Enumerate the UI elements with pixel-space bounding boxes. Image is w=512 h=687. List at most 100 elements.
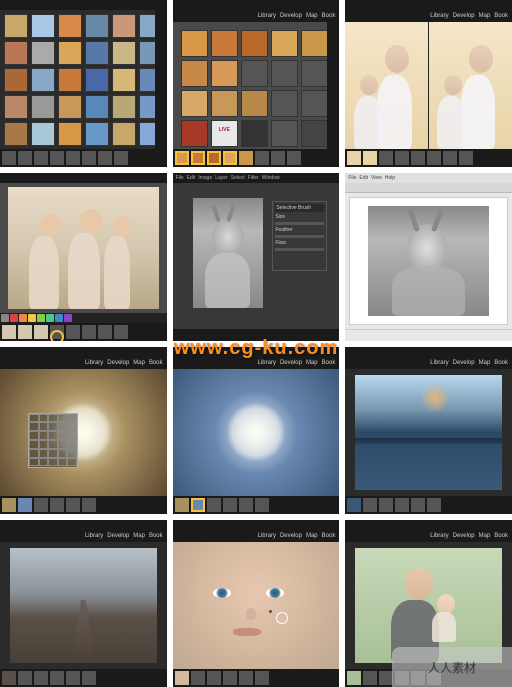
menu-image[interactable]: Image [198, 175, 212, 181]
menu-file[interactable]: File [176, 175, 184, 181]
tab-book[interactable]: Book [494, 360, 508, 366]
menu-help[interactable]: Help [385, 175, 395, 181]
slider-feather[interactable] [275, 235, 324, 238]
develop-canvas[interactable] [173, 542, 340, 669]
cell-develop-compare-wedding[interactable]: Library Develop Map Book [345, 0, 512, 167]
cell-develop-lake[interactable]: Library Develop Map Book [345, 347, 512, 514]
module-tabs[interactable]: Library Develop Map Book [345, 530, 512, 542]
menubar[interactable]: File Edit Image Layer Select Filter Wind… [173, 173, 340, 183]
filmstrip[interactable] [0, 669, 167, 687]
slider-size[interactable] [275, 222, 324, 225]
tab-book[interactable]: Book [322, 360, 336, 366]
label-red[interactable] [10, 314, 18, 322]
label-orange[interactable] [19, 314, 27, 322]
tab-map[interactable]: Map [306, 360, 318, 366]
tab-develop[interactable]: Develop [107, 360, 129, 366]
cell-develop-dandelion-cool[interactable]: Library Develop Map Book [173, 347, 340, 514]
menu-edit[interactable]: Edit [359, 175, 368, 181]
label-green[interactable] [37, 314, 45, 322]
tab-library[interactable]: Library [430, 360, 448, 366]
filmstrip[interactable] [173, 149, 340, 167]
tab-book[interactable]: Book [494, 533, 508, 539]
module-tabs[interactable]: Library Develop Map Book [173, 530, 340, 542]
tab-develop[interactable]: Develop [453, 533, 475, 539]
label-purple[interactable] [64, 314, 72, 322]
menu-filter[interactable]: Filter [248, 175, 259, 181]
cell-develop-road[interactable]: Library Develop Map Book [0, 520, 167, 687]
label-none[interactable] [1, 314, 9, 322]
module-tabs[interactable]: Library Develop Map Book [345, 10, 512, 22]
module-tabs[interactable]: Library Develop Map Book [345, 357, 512, 369]
cell-library-loupe-beach[interactable] [0, 173, 167, 340]
tab-develop[interactable]: Develop [453, 360, 475, 366]
tab-library[interactable]: Library [430, 13, 448, 19]
tab-library[interactable]: Library [258, 13, 276, 19]
filmstrip[interactable] [345, 149, 512, 167]
menu-layer[interactable]: Layer [215, 175, 228, 181]
tab-book[interactable]: Book [322, 13, 336, 19]
toolbar[interactable] [345, 183, 512, 193]
filmstrip[interactable] [345, 496, 512, 514]
develop-canvas[interactable] [10, 548, 157, 663]
cell-library-grid-many[interactable] [0, 0, 167, 167]
filmstrip[interactable] [0, 149, 167, 167]
filmstrip[interactable] [173, 496, 340, 514]
library-canvas[interactable] [0, 10, 167, 149]
tab-book[interactable]: Book [322, 533, 336, 539]
photoshop-canvas[interactable]: Selective Brush Size Feather Flow [173, 183, 340, 328]
label-yellow[interactable] [28, 314, 36, 322]
module-tabs[interactable]: Library Develop Map Book [0, 357, 167, 369]
menu-view[interactable]: View [371, 175, 382, 181]
menu-select[interactable]: Select [231, 175, 245, 181]
compare-canvas[interactable] [345, 22, 512, 149]
tab-map[interactable]: Map [479, 13, 491, 19]
tab-book[interactable]: Book [494, 13, 508, 19]
menu-edit[interactable]: Edit [187, 175, 196, 181]
tab-develop[interactable]: Develop [107, 533, 129, 539]
tab-map[interactable]: Map [306, 13, 318, 19]
develop-canvas[interactable] [173, 369, 340, 496]
tab-map[interactable]: Map [306, 533, 318, 539]
module-tabs[interactable]: Library Develop Map Book [0, 530, 167, 542]
tab-library[interactable]: Library [258, 533, 276, 539]
slider-flow[interactable] [275, 248, 324, 251]
adjustment-panel[interactable]: Selective Brush Size Feather Flow [272, 201, 327, 271]
develop-canvas[interactable] [355, 375, 502, 490]
tab-map[interactable]: Map [479, 533, 491, 539]
tab-library[interactable]: Library [258, 360, 276, 366]
filmstrip[interactable] [0, 496, 167, 514]
menu-file[interactable]: File [348, 175, 356, 181]
tab-book[interactable]: Book [149, 360, 163, 366]
develop-canvas[interactable] [0, 369, 167, 496]
color-label-toolbar[interactable] [0, 313, 167, 323]
tab-develop[interactable]: Develop [280, 533, 302, 539]
cell-develop-dandelion-warm[interactable]: Library Develop Map Book [0, 347, 167, 514]
tab-map[interactable]: Map [133, 533, 145, 539]
label-teal[interactable] [46, 314, 54, 322]
right-panel[interactable] [155, 10, 167, 149]
right-panel[interactable] [327, 22, 339, 149]
tab-map[interactable]: Map [133, 360, 145, 366]
cell-camera-raw-bw-portrait[interactable]: File Edit View Help [345, 173, 512, 340]
tab-library[interactable]: Library [85, 533, 103, 539]
cell-photoshop-bw-portrait[interactable]: File Edit Image Layer Select Filter Wind… [173, 173, 340, 340]
tab-develop[interactable]: Develop [453, 13, 475, 19]
watermark-grid-overlay[interactable] [28, 413, 78, 468]
tab-develop[interactable]: Develop [280, 360, 302, 366]
module-tabs[interactable]: Library Develop Map Book [173, 10, 340, 22]
library-canvas[interactable]: LIVE [173, 22, 340, 149]
menu-window[interactable]: Window [262, 175, 280, 181]
tab-library[interactable]: Library [430, 533, 448, 539]
preview-canvas[interactable] [349, 197, 508, 324]
tab-map[interactable]: Map [479, 360, 491, 366]
menubar[interactable]: File Edit View Help [345, 173, 512, 183]
tab-library[interactable]: Library [85, 360, 103, 366]
filmstrip[interactable] [173, 669, 340, 687]
cell-develop-face-healing[interactable]: Library Develop Map Book [173, 520, 340, 687]
label-blue[interactable] [55, 314, 63, 322]
tab-book[interactable]: Book [149, 533, 163, 539]
develop-canvas[interactable] [355, 548, 502, 663]
loupe-canvas[interactable] [8, 187, 159, 308]
filmstrip[interactable] [0, 323, 167, 341]
cell-library-grid-selected[interactable]: Library Develop Map Book LIVE [173, 0, 340, 167]
